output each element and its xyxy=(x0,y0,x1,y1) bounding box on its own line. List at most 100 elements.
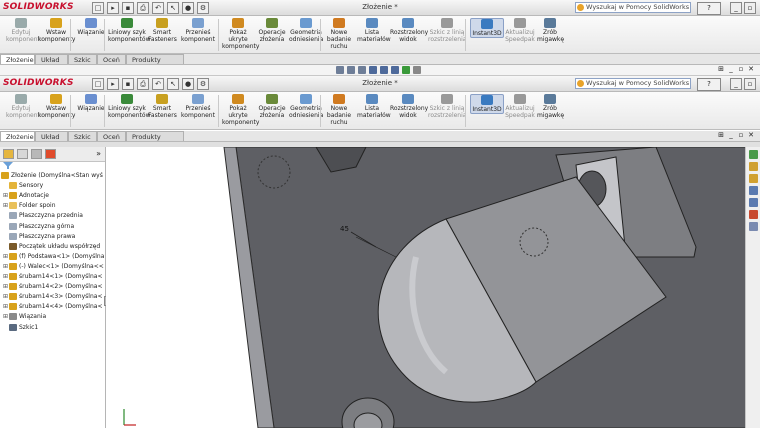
insert-components-button[interactable]: Wstaw komponenty xyxy=(38,94,75,119)
tree-item[interactable]: ⊞ śrubam14<2> (Domyślna< xyxy=(3,282,102,292)
funnel-icon[interactable] xyxy=(3,162,13,169)
assembly-features-button[interactable]: Operacje złożenia xyxy=(257,94,287,119)
tree-item[interactable]: Płaszczyzna górna xyxy=(3,222,74,232)
smart-fasteners-button[interactable]: Smart Fasteners xyxy=(148,18,177,43)
bom-button[interactable]: Lista materiałów xyxy=(357,94,391,119)
tree-item-label: Sensory xyxy=(19,182,44,190)
linear-pattern-button[interactable]: Liniowy szyk komponentów xyxy=(108,18,150,43)
reference-geometry-button[interactable]: Geometria odniesienia xyxy=(289,18,323,43)
mate-button[interactable]: Wiązanie xyxy=(77,94,105,112)
expand-panel-icon[interactable]: » xyxy=(96,149,101,158)
restore-icon[interactable]: ▫ xyxy=(744,78,756,90)
assembly-features-button[interactable]: Operacje złożenia xyxy=(257,18,287,43)
edit-component-button[interactable]: Edytuj komponent xyxy=(6,94,40,119)
exploded-view-button[interactable]: Rozstrzelony widok xyxy=(390,94,428,119)
tab-produkty-office[interactable]: Produkty Office xyxy=(126,131,184,151)
tree-item[interactable]: Początek układu współrzęd xyxy=(3,242,100,252)
tab-uklad[interactable]: Układ xyxy=(35,54,68,64)
restore-icon[interactable]: ▫ xyxy=(737,131,745,139)
ribbon-button-label: Szkic z linią rozstrzelenia xyxy=(428,105,467,119)
explode-line-sketch-button[interactable]: Szkic z linią rozstrzelenia xyxy=(428,18,466,43)
property-manager-tab-icon[interactable] xyxy=(17,149,28,159)
graphics-area[interactable]: 45 xyxy=(106,147,746,428)
reference-geometry-button[interactable]: Geometria odniesienia xyxy=(289,94,323,119)
tile-icon[interactable]: ⊞ xyxy=(717,65,725,73)
search-icon[interactable] xyxy=(748,186,758,195)
file-explorer-icon[interactable] xyxy=(748,174,758,183)
tab-ocen[interactable]: Oceń xyxy=(97,54,126,64)
instant3d-button[interactable]: Instant3D xyxy=(470,18,504,38)
resources-icon[interactable] xyxy=(748,150,758,159)
tree-item[interactable]: ⊞ Folder spoin xyxy=(3,201,56,211)
appearances-icon[interactable] xyxy=(748,210,758,219)
minimize-icon[interactable]: _ xyxy=(727,131,735,139)
zoom-area-icon[interactable] xyxy=(347,66,355,74)
view-orientation-icon[interactable] xyxy=(380,66,388,74)
design-library-icon[interactable] xyxy=(748,162,758,171)
bom-button[interactable]: Lista materiałów xyxy=(357,18,391,43)
explode-line-sketch-button[interactable]: Szkic z linią rozstrzelenia xyxy=(428,94,466,119)
tree-item[interactable]: ⊞ (-) Walec<1> (Domyślna<< xyxy=(3,262,104,272)
show-hidden-button[interactable]: Pokaż ukryte komponenty xyxy=(222,94,259,126)
configuration-tab-icon[interactable] xyxy=(31,149,42,159)
section-view-icon[interactable] xyxy=(369,66,377,74)
snapshot-button[interactable]: Zrób migawkę xyxy=(537,94,564,119)
minimize-icon[interactable]: _ xyxy=(730,2,742,14)
tree-item[interactable]: Płaszczyzna przednia xyxy=(3,211,83,221)
tree-item[interactable]: Płaszczyzna prawa xyxy=(3,232,75,242)
tree-item[interactable]: ⊞ śrubam14<3> (Domyślna< xyxy=(3,292,102,302)
tab-szkic[interactable]: Szkic xyxy=(68,54,97,64)
tree-item[interactable]: Złożenie (Domyślna<Stan wyś xyxy=(1,171,103,181)
view-palette-icon[interactable] xyxy=(748,198,758,207)
tab-ocen[interactable]: Oceń xyxy=(97,131,126,141)
edit-component-button[interactable]: Edytuj komponent xyxy=(6,18,40,43)
tree-item[interactable]: ⊞ Adnotacje xyxy=(3,191,49,201)
speedpak-button[interactable]: Aktualizuj Speedpak xyxy=(505,18,535,43)
tree-item[interactable]: ⊞ śrubam14<4> (Domyślna< xyxy=(3,302,102,312)
snapshot-button[interactable]: Zrób migawkę xyxy=(537,18,564,43)
tree-item[interactable]: Sensory xyxy=(3,181,43,191)
search-icon xyxy=(577,80,584,87)
tile-icon[interactable]: ⊞ xyxy=(717,131,725,139)
tree-item[interactable]: ⊞ Wiązania xyxy=(3,312,46,322)
rotate-icon[interactable] xyxy=(358,66,366,74)
exploded-view-button[interactable]: Rozstrzelony widok xyxy=(390,18,428,43)
feature-tree-tab-icon[interactable] xyxy=(3,149,14,159)
minimize-icon[interactable]: _ xyxy=(727,65,735,73)
help-search-input[interactable]: Wyszukaj w Pomocy SolidWorks xyxy=(575,78,691,89)
tree-item[interactable]: ⊞ śrubam14<1> (Domyślna< xyxy=(3,272,102,282)
tab-zlozenie[interactable]: Złożenie xyxy=(0,54,35,64)
motion-study-button[interactable]: Nowe badanie ruchu xyxy=(325,94,353,126)
motion-study-button[interactable]: Nowe badanie ruchu xyxy=(325,18,353,50)
custom-properties-icon[interactable] xyxy=(748,222,758,231)
tree-item[interactable]: Szkic1 xyxy=(3,323,38,333)
appearance-icon[interactable] xyxy=(402,66,410,74)
tree-item[interactable]: ⊞ (f) Podstawa<1> (Domyślna xyxy=(3,252,104,262)
linear-pattern-button[interactable]: Liniowy szyk komponentów xyxy=(108,94,150,119)
mate-button[interactable]: Wiązanie xyxy=(77,18,105,36)
help-button[interactable]: ? xyxy=(697,2,721,15)
reference-geometry-icon xyxy=(300,94,312,104)
restore-icon[interactable]: ▫ xyxy=(744,2,756,14)
minimize-icon[interactable]: _ xyxy=(730,78,742,90)
help-button[interactable]: ? xyxy=(697,78,721,91)
tab-zlozenie[interactable]: Złożenie xyxy=(0,131,35,141)
help-search-input[interactable]: Wyszukaj w Pomocy SolidWorks xyxy=(575,2,691,13)
close-icon[interactable]: ✕ xyxy=(747,65,755,73)
appearance-tab-icon[interactable] xyxy=(45,149,56,159)
restore-icon[interactable]: ▫ xyxy=(737,65,745,73)
zoom-fit-icon[interactable] xyxy=(336,66,344,74)
insert-components-button[interactable]: Wstaw komponenty xyxy=(38,18,75,43)
move-component-button[interactable]: Przenieś komponent xyxy=(180,18,216,43)
smart-fasteners-button[interactable]: Smart Fasteners xyxy=(148,94,177,119)
tab-szkic[interactable]: Szkic xyxy=(68,131,97,141)
speedpak-button[interactable]: Aktualizuj Speedpak xyxy=(505,94,535,119)
tab-produkty-office[interactable]: Produkty Office xyxy=(126,54,184,74)
move-component-button[interactable]: Przenieś komponent xyxy=(180,94,216,119)
tab-uklad[interactable]: Układ xyxy=(35,131,68,141)
instant3d-button[interactable]: Instant3D xyxy=(470,94,504,114)
show-hidden-button[interactable]: Pokaż ukryte komponenty xyxy=(222,18,259,50)
display-style-icon[interactable] xyxy=(391,66,399,74)
close-icon[interactable]: ✕ xyxy=(747,131,755,139)
scene-icon[interactable] xyxy=(413,66,421,74)
